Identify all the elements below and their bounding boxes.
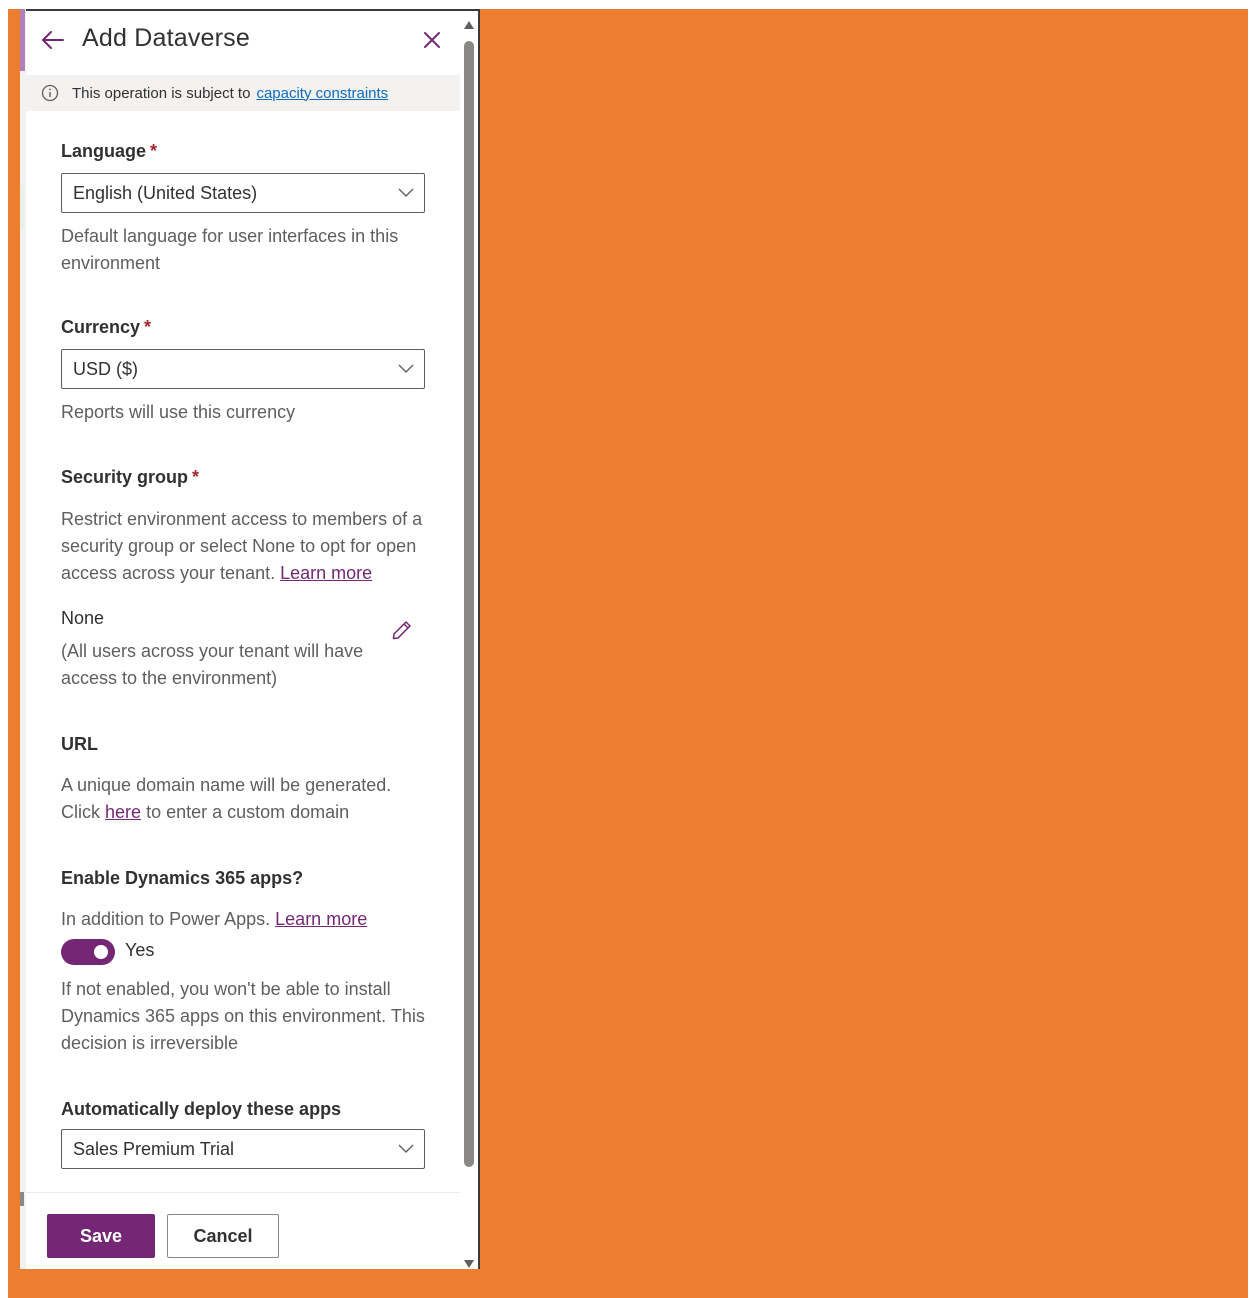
edit-security-group-button[interactable] [389,617,415,643]
currency-label-text: Currency [61,317,141,337]
currency-value: USD ($) [73,358,139,379]
dynamics-toggle-label: Yes [125,940,155,960]
pencil-icon [392,621,411,640]
security-group-label-text: Security group [61,467,189,487]
required-marker: * [192,467,200,487]
language-value: English (United States) [73,182,258,203]
back-button[interactable] [40,27,66,53]
capacity-info-bar: This operation is subject to capacity co… [26,75,460,111]
currency-label: Currency * [61,317,151,338]
footer-divider [26,1192,460,1193]
capacity-constraints-link[interactable]: capacity constraints [256,85,388,102]
info-icon [41,84,59,102]
background-app-highlight [20,185,24,230]
background-app-accent [20,9,25,71]
panel-header: Add Dataverse [26,11,466,69]
save-button[interactable]: Save [47,1214,155,1258]
scroll-down-arrow-icon[interactable] [464,1260,474,1268]
security-group-note: (All users across your tenant will have … [61,641,364,688]
custom-domain-link[interactable]: here [105,802,141,822]
url-help-pre: Click [61,802,100,822]
close-button[interactable] [419,27,445,53]
currency-dropdown[interactable]: USD ($) [61,349,425,389]
url-help: A unique domain name will be generated. … [61,772,431,826]
url-help-line2: Click here to enter a custom domain [61,799,431,826]
security-group-value: None [61,608,105,628]
toggle-knob [94,945,108,959]
required-marker: * [144,317,152,337]
url-label: URL [61,734,98,754]
language-label: Language * [61,141,157,162]
language-label-text: Language [61,141,147,161]
arrow-left-icon [42,31,64,49]
panel-scrollbar[interactable] [460,11,478,1269]
info-text: This operation is subject to [72,84,251,102]
dynamics-toggle[interactable] [61,939,115,965]
security-group-help: Restrict environment access to members o… [61,506,431,587]
chevron-down-icon [398,364,414,373]
dynamics-help: In addition to Power Apps. Learn more [61,906,431,933]
required-marker: * [150,141,158,161]
currency-help: Reports will use this currency [61,402,296,422]
dynamics-label: Enable Dynamics 365 apps? [61,868,304,888]
deploy-apps-dropdown[interactable]: Sales Premium Trial [61,1129,425,1169]
security-learn-more-link[interactable]: Learn more [280,563,372,583]
scroll-up-arrow-icon[interactable] [464,21,474,29]
dynamics-help-text: In addition to Power Apps. [61,909,271,929]
background-app-marker [20,1192,24,1206]
cancel-button[interactable]: Cancel [167,1214,279,1258]
language-dropdown[interactable]: English (United States) [61,173,425,213]
deploy-apps-value: Sales Premium Trial [73,1138,235,1159]
url-help-post: to enter a custom domain [146,802,350,822]
language-help: Default language for user interfaces in … [61,226,399,273]
deploy-apps-label: Automatically deploy these apps [61,1099,342,1119]
add-dataverse-panel: Add Dataverse This operation is subject … [26,9,480,1269]
dynamics-learn-more-link[interactable]: Learn more [275,909,367,929]
dynamics-warning: If not enabled, you won't be able to ins… [61,979,425,1053]
scroll-thumb[interactable] [464,41,474,1167]
chevron-down-icon [398,188,414,197]
security-group-label: Security group * [61,467,199,488]
chevron-down-icon [398,1144,414,1153]
panel-title: Add Dataverse [82,24,250,52]
url-help-line1: A unique domain name will be generated. [61,775,392,795]
close-icon [424,32,440,48]
